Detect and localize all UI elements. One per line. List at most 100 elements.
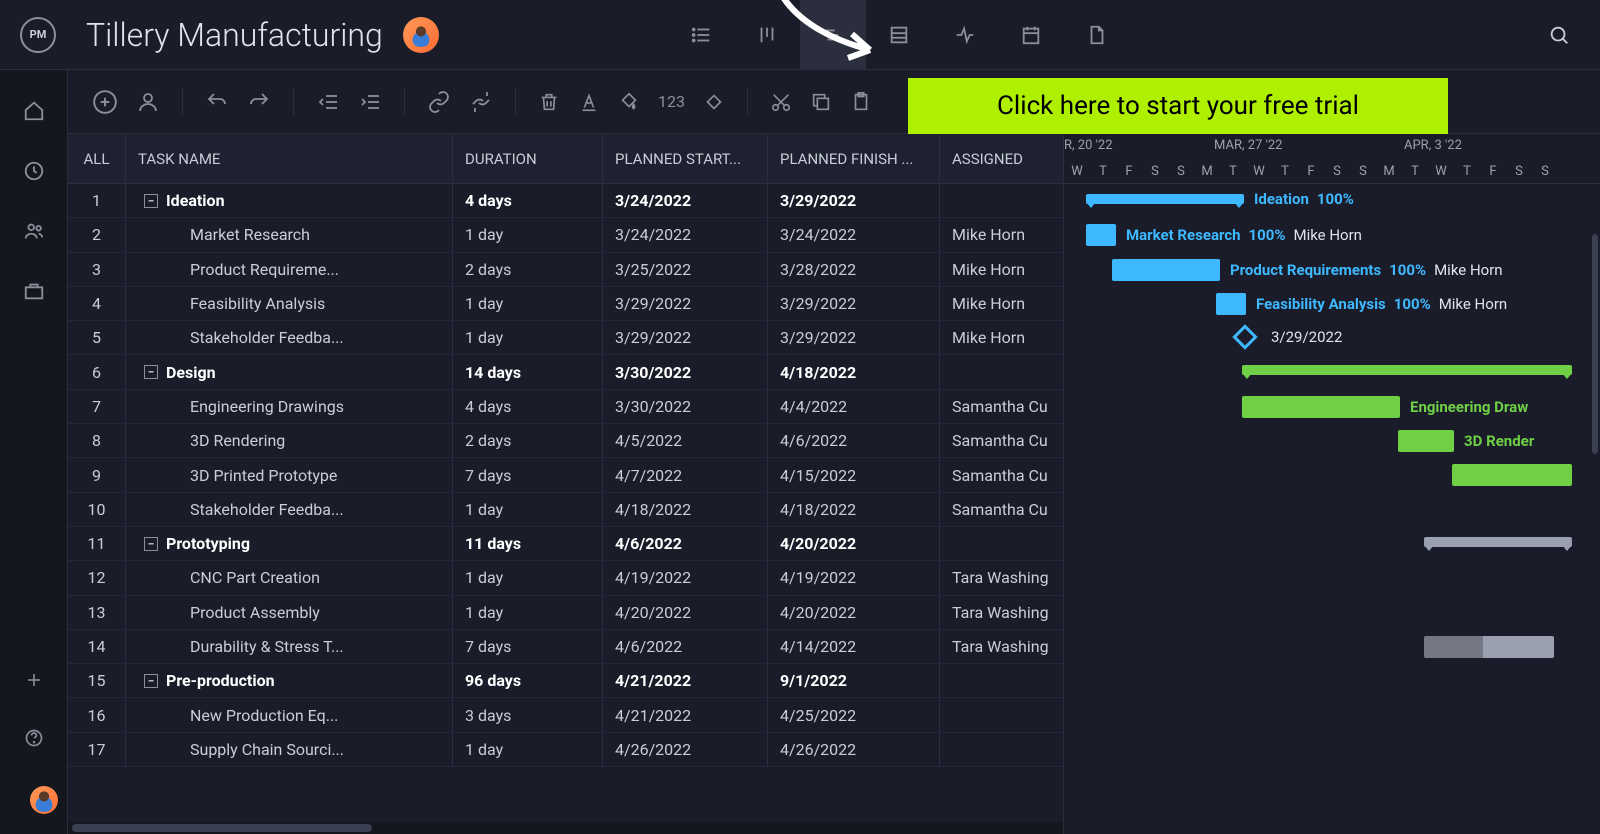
gantt-row[interactable] [1064, 458, 1600, 492]
gantt-row[interactable]: Engineering Draw [1064, 390, 1600, 424]
task-name-cell[interactable]: − Pre-production [126, 664, 453, 697]
add-icon[interactable] [24, 670, 44, 690]
assigned-cell[interactable]: Mike Horn [940, 321, 1060, 354]
task-row[interactable]: 1 − Ideation 4 days 3/24/2022 3/29/2022 [68, 184, 1063, 218]
task-row[interactable]: 13 Product Assembly 1 day 4/20/2022 4/20… [68, 596, 1063, 630]
start-cell[interactable]: 3/29/2022 [603, 321, 768, 354]
col-start[interactable]: PLANNED START... [603, 134, 768, 183]
collapse-icon[interactable]: − [144, 674, 158, 688]
user-avatar[interactable] [403, 17, 439, 53]
task-name-cell[interactable]: Stakeholder Feedba... [126, 493, 453, 526]
user-avatar-small[interactable] [30, 786, 58, 814]
assigned-cell[interactable] [940, 527, 1060, 560]
start-cell[interactable]: 4/6/2022 [603, 527, 768, 560]
duration-cell[interactable]: 1 day [453, 321, 603, 354]
task-row[interactable]: 5 Stakeholder Feedba... 1 day 3/29/2022 … [68, 321, 1063, 355]
duration-cell[interactable]: 2 days [453, 253, 603, 286]
gantt-row[interactable]: Market Research 100% Mike Horn [1064, 218, 1600, 252]
paste-icon[interactable] [850, 91, 872, 113]
gantt-row[interactable] [1064, 493, 1600, 527]
duration-cell[interactable]: 1 day [453, 733, 603, 766]
add-task-icon[interactable] [92, 89, 118, 115]
summary-bar[interactable] [1242, 365, 1572, 375]
start-cell[interactable]: 4/5/2022 [603, 424, 768, 457]
task-row[interactable]: 6 − Design 14 days 3/30/2022 4/18/2022 [68, 355, 1063, 389]
assigned-cell[interactable]: Tara Washing [940, 596, 1060, 629]
task-bar[interactable]: Market Research 100% Mike Horn [1086, 224, 1116, 246]
gantt-row[interactable]: Product Requirements 100% Mike Horn [1064, 253, 1600, 287]
col-all[interactable]: ALL [68, 134, 126, 183]
col-assigned[interactable]: ASSIGNED [940, 134, 1060, 183]
task-name-cell[interactable]: − Design [126, 355, 453, 388]
start-cell[interactable]: 4/21/2022 [603, 664, 768, 697]
finish-cell[interactable]: 4/4/2022 [768, 390, 940, 423]
start-cell[interactable]: 4/18/2022 [603, 493, 768, 526]
clock-icon[interactable] [23, 160, 45, 182]
task-bar[interactable] [1452, 464, 1572, 486]
cut-icon[interactable] [770, 91, 792, 113]
task-bar[interactable]: Engineering Draw [1242, 396, 1400, 418]
task-name-cell[interactable]: − Prototyping [126, 527, 453, 560]
assigned-cell[interactable] [940, 733, 1060, 766]
task-bar[interactable]: Product Requirements 100% Mike Horn [1112, 259, 1220, 281]
task-row[interactable]: 10 Stakeholder Feedba... 1 day 4/18/2022… [68, 493, 1063, 527]
duration-cell[interactable]: 1 day [453, 218, 603, 251]
task-name-cell[interactable]: Engineering Drawings [126, 390, 453, 423]
start-cell[interactable]: 4/26/2022 [603, 733, 768, 766]
assigned-cell[interactable] [940, 664, 1060, 697]
gantt-row[interactable]: 3D Render [1064, 424, 1600, 458]
task-name-cell[interactable]: Supply Chain Sourci... [126, 733, 453, 766]
start-cell[interactable]: 4/19/2022 [603, 561, 768, 594]
finish-cell[interactable]: 4/19/2022 [768, 561, 940, 594]
assigned-cell[interactable]: Samantha Cu [940, 493, 1060, 526]
task-row[interactable]: 4 Feasibility Analysis 1 day 3/29/2022 3… [68, 287, 1063, 321]
task-row[interactable]: 9 3D Printed Prototype 7 days 4/7/2022 4… [68, 458, 1063, 492]
gantt-scrollbar[interactable] [1592, 134, 1600, 534]
outdent-icon[interactable] [316, 90, 340, 114]
assigned-cell[interactable] [940, 184, 1060, 217]
start-cell[interactable]: 3/29/2022 [603, 287, 768, 320]
gantt-row[interactable]: Ideation100% [1064, 184, 1600, 218]
duration-cell[interactable]: 4 days [453, 390, 603, 423]
task-row[interactable]: 11 − Prototyping 11 days 4/6/2022 4/20/2… [68, 527, 1063, 561]
col-finish[interactable]: PLANNED FINISH ... [768, 134, 940, 183]
start-cell[interactable]: 3/30/2022 [603, 355, 768, 388]
start-cell[interactable]: 3/24/2022 [603, 218, 768, 251]
gantt-row[interactable] [1064, 630, 1600, 664]
finish-cell[interactable]: 3/24/2022 [768, 218, 940, 251]
link-icon[interactable] [427, 90, 451, 114]
gantt-row[interactable] [1064, 733, 1600, 767]
task-name-cell[interactable]: CNC Part Creation [126, 561, 453, 594]
finish-cell[interactable]: 4/20/2022 [768, 596, 940, 629]
view-sheet-icon[interactable] [866, 0, 932, 70]
assigned-cell[interactable]: Tara Washing [940, 561, 1060, 594]
view-gantt-icon[interactable] [800, 0, 866, 70]
briefcase-icon[interactable] [23, 280, 45, 302]
assigned-cell[interactable]: Mike Horn [940, 218, 1060, 251]
finish-cell[interactable]: 4/26/2022 [768, 733, 940, 766]
view-file-icon[interactable] [1064, 0, 1130, 70]
text-color-icon[interactable] [578, 91, 600, 113]
team-icon[interactable] [23, 220, 45, 242]
indent-icon[interactable] [358, 90, 382, 114]
task-row[interactable]: 2 Market Research 1 day 3/24/2022 3/24/2… [68, 218, 1063, 252]
task-name-cell[interactable]: Product Assembly [126, 596, 453, 629]
task-bar[interactable] [1424, 636, 1554, 658]
task-name-cell[interactable]: 3D Rendering [126, 424, 453, 457]
finish-cell[interactable]: 4/14/2022 [768, 630, 940, 663]
task-name-cell[interactable]: Feasibility Analysis [126, 287, 453, 320]
task-name-cell[interactable]: Stakeholder Feedba... [126, 321, 453, 354]
start-cell[interactable]: 4/20/2022 [603, 596, 768, 629]
finish-cell[interactable]: 4/6/2022 [768, 424, 940, 457]
finish-cell[interactable]: 3/29/2022 [768, 287, 940, 320]
assigned-cell[interactable]: Samantha Cu [940, 424, 1060, 457]
finish-cell[interactable]: 4/20/2022 [768, 527, 940, 560]
assigned-cell[interactable]: Mike Horn [940, 253, 1060, 286]
duration-cell[interactable]: 1 day [453, 596, 603, 629]
app-logo[interactable]: PM [20, 17, 56, 53]
collapse-icon[interactable]: − [144, 194, 158, 208]
task-bar[interactable]: Feasibility Analysis 100% Mike Horn [1216, 293, 1246, 315]
finish-cell[interactable]: 4/18/2022 [768, 493, 940, 526]
task-row[interactable]: 12 CNC Part Creation 1 day 4/19/2022 4/1… [68, 561, 1063, 595]
gantt-row[interactable] [1064, 596, 1600, 630]
